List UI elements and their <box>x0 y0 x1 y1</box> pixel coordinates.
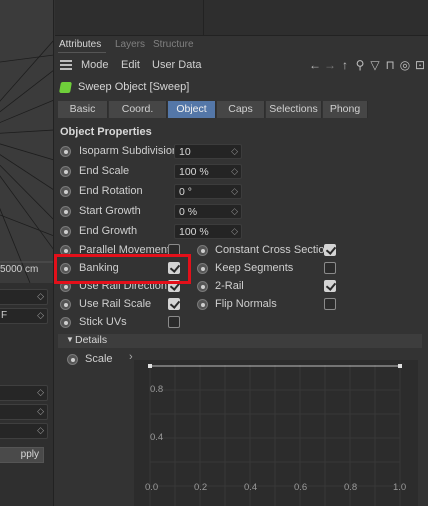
filter-icon[interactable]: ▽ <box>369 58 381 72</box>
back-arrow-icon[interactable]: ← <box>309 58 321 72</box>
scale-spline-graph[interactable]: 0.8 0.4 0.0 0.2 0.4 0.6 0.8 1.0 <box>134 360 418 506</box>
chevron-right-icon[interactable]: › <box>129 351 133 363</box>
tab-basic[interactable]: Basic <box>58 101 108 118</box>
end-scale-field[interactable]: 100 % ◇ <box>174 164 242 179</box>
spinner-icon: ◇ <box>37 406 44 416</box>
tab-structure[interactable]: Structure <box>153 39 194 50</box>
left-field-4[interactable]: ◇ <box>0 404 48 420</box>
up-arrow-icon[interactable]: ↑ <box>339 58 351 72</box>
anim-radio-icon[interactable] <box>197 299 208 310</box>
anim-radio-icon[interactable] <box>67 354 78 365</box>
anim-radio-icon[interactable] <box>60 317 71 328</box>
use-rail-scale-checkbox[interactable] <box>168 298 180 310</box>
anim-radio-icon[interactable] <box>60 186 71 197</box>
y-tick-label: 0.4 <box>150 432 164 443</box>
two-rail-checkbox[interactable] <box>324 280 336 292</box>
left-field-5[interactable]: ◇ <box>0 423 48 439</box>
anim-radio-icon[interactable] <box>197 245 208 256</box>
anim-radio-icon[interactable] <box>197 263 208 274</box>
left-field-1[interactable]: ◇ <box>0 289 48 305</box>
left-field-2[interactable]: F ◇ <box>0 308 48 324</box>
x-tick-label: 0.2 <box>194 482 208 493</box>
flip-normals-checkbox[interactable] <box>324 298 336 310</box>
x-tick-label: 0.0 <box>145 482 159 493</box>
anim-radio-icon[interactable] <box>60 206 71 217</box>
spinner-icon: ◇ <box>37 425 44 435</box>
search-icon[interactable]: ⚲ <box>354 58 366 72</box>
viewport[interactable]: 5000 cm <box>0 0 54 283</box>
spinner-icon: ◇ <box>37 310 44 320</box>
constant-cross-section-checkbox[interactable] <box>324 244 336 256</box>
anim-radio-icon[interactable] <box>60 299 71 310</box>
tab-layers[interactable]: Layers <box>115 39 145 50</box>
param-label: End Scale <box>79 165 130 177</box>
x-tick-label: 0.6 <box>294 482 308 493</box>
start-growth-field[interactable]: 0 % ◇ <box>174 204 242 219</box>
tab-phong[interactable]: Phong <box>323 101 368 118</box>
section-title: Object Properties <box>60 126 152 138</box>
target-icon[interactable]: ◎ <box>399 58 411 72</box>
forward-arrow-icon[interactable]: → <box>324 58 336 72</box>
tab-caps[interactable]: Caps <box>217 101 265 118</box>
spinner-icon: ◇ <box>37 291 44 301</box>
spinner-icon: ◇ <box>231 146 238 156</box>
spline-point-start <box>148 364 152 368</box>
param-label: 2-Rail <box>215 280 244 292</box>
anim-radio-icon[interactable] <box>60 226 71 237</box>
lock-icon[interactable]: ⊓ <box>384 58 396 72</box>
param-label: End Growth <box>79 225 138 237</box>
menu-bar: Mode Edit User Data ← → ↑ ⚲ ▽ ⊓ ◎ ⊡ <box>55 55 428 75</box>
attributes-panel: Attributes Layers Structure Mode Edit Us… <box>54 36 428 506</box>
viewport-wireframe <box>0 40 53 283</box>
tab-object[interactable]: Object <box>168 101 216 118</box>
isoparm-subdivision-field[interactable]: 10 ◇ <box>174 144 242 159</box>
new-panel-icon[interactable]: ⊡ <box>414 58 426 72</box>
panel-tabs: Attributes Layers Structure <box>55 36 428 54</box>
x-tick-label: 1.0 <box>393 482 407 493</box>
top-strip <box>55 0 428 36</box>
stick-uvs-checkbox[interactable] <box>168 316 180 328</box>
spinner-icon: ◇ <box>231 166 238 176</box>
spline-point-end <box>398 364 402 368</box>
param-label: Isoparm Subdivision <box>79 145 179 157</box>
scale-label: Scale <box>85 353 113 365</box>
graph-canvas <box>148 364 402 506</box>
y-tick-label: 0.8 <box>150 384 164 395</box>
hamburger-menu-icon[interactable] <box>60 60 72 70</box>
details-group-header[interactable]: ▼ Details <box>58 334 422 348</box>
param-label: End Rotation <box>79 185 143 197</box>
viewport-readout: 5000 cm <box>0 264 39 275</box>
menu-user-data[interactable]: User Data <box>152 59 202 71</box>
end-rotation-field[interactable]: 0 ° ◇ <box>174 184 242 199</box>
param-label: Flip Normals <box>215 298 277 310</box>
left-field-3[interactable]: ◇ <box>0 385 48 401</box>
spinner-icon: ◇ <box>37 387 44 397</box>
apply-button[interactable]: pply <box>0 447 44 463</box>
end-growth-field[interactable]: 100 % ◇ <box>174 224 242 239</box>
menu-mode[interactable]: Mode <box>81 59 109 71</box>
param-label: Start Growth <box>79 205 141 217</box>
x-tick-label: 0.4 <box>244 482 258 493</box>
spinner-icon: ◇ <box>231 186 238 196</box>
keep-segments-checkbox[interactable] <box>324 262 336 274</box>
x-tick-label: 0.8 <box>344 482 358 493</box>
menu-edit[interactable]: Edit <box>121 59 140 71</box>
param-label: Stick UVs <box>79 316 127 328</box>
spinner-icon: ◇ <box>231 226 238 236</box>
param-label: Use Rail Scale <box>79 298 152 310</box>
spinner-icon: ◇ <box>231 206 238 216</box>
tab-coord[interactable]: Coord. <box>109 101 167 118</box>
anim-radio-icon[interactable] <box>60 166 71 177</box>
tab-attributes[interactable]: Attributes <box>59 39 101 50</box>
sweep-object-icon <box>59 82 72 93</box>
tab-selections[interactable]: Selections <box>266 101 322 118</box>
param-label: Constant Cross Section <box>215 244 331 256</box>
toolbar-icons: ← → ↑ ⚲ ▽ ⊓ ◎ ⊡ <box>309 58 426 72</box>
anim-radio-icon[interactable] <box>197 281 208 292</box>
anim-radio-icon[interactable] <box>60 146 71 157</box>
param-label: Keep Segments <box>215 262 294 274</box>
highlight-box <box>54 254 191 284</box>
triangle-down-icon: ▼ <box>66 335 74 344</box>
left-panel: ◇ F ◇ ◇ ◇ ◇ pply <box>0 283 54 506</box>
